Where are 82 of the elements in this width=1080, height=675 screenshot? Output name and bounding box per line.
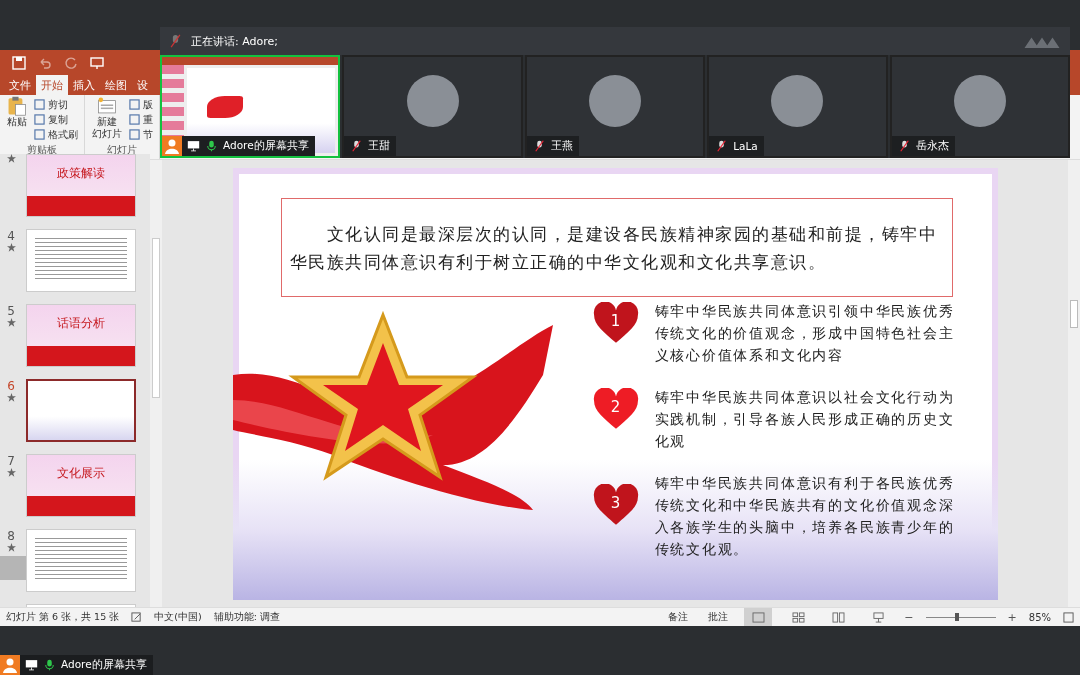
group-label: 幻灯片 bbox=[106, 143, 138, 156]
share-label: Adore的屏幕共享 bbox=[61, 658, 147, 672]
comments-button[interactable]: 批注 bbox=[704, 610, 733, 624]
muted-microphone-icon[interactable] bbox=[170, 34, 181, 48]
participant-name: Adore的屏幕共享 bbox=[223, 139, 309, 153]
muted-microphone-icon bbox=[897, 140, 911, 152]
ribbon-tab[interactable]: 绘图 bbox=[100, 75, 132, 95]
screen-share-icon bbox=[25, 659, 38, 671]
speaker-status: 正在讲话: Adore; bbox=[191, 33, 279, 49]
point-text: 铸牢中华民族共同体意识以社会文化行动为实践机制，引导各族人民形成正确的历史文化观 bbox=[654, 388, 956, 451]
numbered-heart: 3 bbox=[592, 484, 639, 526]
sorter-view-icon bbox=[791, 611, 805, 623]
star-icon bbox=[6, 543, 16, 552]
video-tile[interactable]: LaLa bbox=[707, 55, 888, 158]
scrollbar[interactable] bbox=[1070, 300, 1078, 328]
language-label[interactable]: 中文(中国) bbox=[154, 610, 202, 624]
slide-counter: 幻灯片 第 6 张，共 15 张 bbox=[6, 610, 120, 624]
slide-thumbnail[interactable]: 话语分析 bbox=[26, 304, 136, 367]
thumbnail-title: 文化展示 bbox=[57, 465, 105, 482]
ribbon-command[interactable]: 节 bbox=[127, 127, 155, 141]
ribbon-command[interactable]: 剪切 bbox=[32, 97, 80, 112]
muted-microphone-icon bbox=[532, 140, 546, 152]
presentation-icon[interactable] bbox=[90, 55, 104, 70]
star-icon bbox=[6, 468, 16, 477]
ribbon-tab[interactable]: 文件 bbox=[4, 75, 36, 95]
redo-icon[interactable] bbox=[64, 55, 78, 70]
normal-view-icon bbox=[751, 611, 765, 623]
screen-share-icon bbox=[187, 140, 200, 152]
person-icon bbox=[162, 136, 182, 156]
slide-number: 8 bbox=[7, 529, 15, 543]
participant-name: LaLa bbox=[733, 140, 758, 152]
zoom-out-button[interactable]: − bbox=[904, 610, 914, 624]
slide-number: 4 bbox=[7, 229, 15, 243]
zoom-level[interactable]: 85% bbox=[1028, 611, 1051, 623]
person-icon bbox=[0, 655, 20, 675]
point-text: 铸牢中华民族共同体意识有利于各民族优秀传统文化和中华民族共有的文化价值观念深入各族学生的头脑中，培养各民族青少年的传统文化观。 bbox=[654, 474, 956, 559]
star-icon bbox=[6, 318, 16, 327]
new-slide-button[interactable]: 新建 幻灯片 bbox=[89, 95, 125, 141]
ribbon-tab[interactable]: 开始 bbox=[36, 75, 68, 95]
microphone-icon bbox=[205, 140, 218, 152]
slide-number: 7 bbox=[7, 454, 15, 468]
normal-view-button[interactable] bbox=[744, 608, 773, 626]
spelling-icon[interactable] bbox=[131, 611, 143, 623]
slide-thumbnail[interactable]: 文化展示 bbox=[26, 454, 136, 517]
thumbnail-title: 话语分析 bbox=[57, 315, 105, 332]
zoom-in-button[interactable]: + bbox=[1007, 610, 1017, 624]
numbered-heart: 1 bbox=[592, 302, 639, 344]
star-icon bbox=[6, 393, 16, 402]
outline-toggle[interactable] bbox=[0, 556, 26, 580]
video-tile[interactable]: 王甜 bbox=[342, 55, 523, 158]
star-icon bbox=[6, 243, 16, 252]
ribbon-command[interactable]: 版 bbox=[127, 97, 155, 112]
participant-name: 王甜 bbox=[368, 139, 391, 153]
ribbon-command[interactable]: 重 bbox=[127, 112, 155, 127]
scrollbar[interactable] bbox=[152, 238, 160, 398]
thumbnail-title: 政策解读 bbox=[57, 165, 105, 182]
video-tile[interactable]: Adore的屏幕共享 bbox=[160, 55, 341, 158]
participant-name: 王燕 bbox=[550, 139, 573, 153]
ribbon-tab[interactable]: 插入 bbox=[68, 75, 100, 95]
fit-icon[interactable] bbox=[1063, 611, 1074, 623]
save-icon[interactable] bbox=[12, 55, 26, 70]
ribbon-command[interactable]: 格式刷 bbox=[32, 127, 80, 141]
participant-name: 岳永杰 bbox=[915, 139, 949, 153]
slide-thumbnail[interactable]: 政策解读 bbox=[26, 154, 136, 217]
slide-number: 5 bbox=[7, 304, 15, 318]
slide-number: 6 bbox=[7, 379, 15, 393]
video-tile[interactable]: 岳永杰 bbox=[889, 55, 1071, 158]
point-text: 铸牢中华民族共同体意识引领中华民族优秀传统文化的价值观念，形成中国特色社会主义核心价值体系和文化内容 bbox=[654, 302, 956, 365]
avatar-photo-placeholder bbox=[589, 74, 641, 127]
numbered-heart: 2 bbox=[592, 388, 639, 430]
video-tile[interactable]: 王燕 bbox=[524, 55, 706, 158]
paste-button[interactable]: 粘贴 bbox=[4, 95, 30, 141]
group-label: 剪贴板 bbox=[26, 143, 58, 156]
reading-view-icon bbox=[831, 611, 845, 623]
show-view-icon bbox=[871, 611, 885, 623]
intro-paragraph: 文化认同是最深层次的认同，是建设各民族精神家园的基础和前提，铸牢中华民族共同体意识有利于树立正确的中华文化观和文化共享意识。 bbox=[289, 222, 939, 274]
accessibility-status[interactable]: 辅助功能: 调查 bbox=[213, 610, 280, 624]
notes-button[interactable]: 备注 bbox=[664, 610, 693, 624]
microphone-icon bbox=[43, 659, 56, 671]
star-icon bbox=[6, 154, 16, 163]
ribbon-command[interactable]: 复制 bbox=[32, 112, 80, 127]
ribbon-tab[interactable]: 设 bbox=[132, 75, 153, 95]
